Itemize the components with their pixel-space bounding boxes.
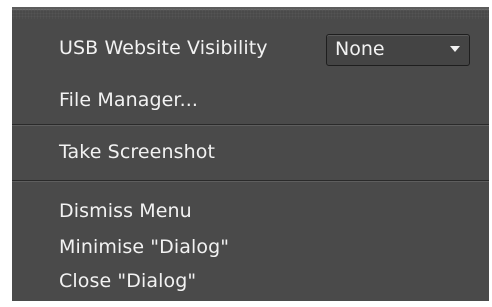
usb-website-visibility-selected-value: None (335, 38, 385, 60)
context-menu: USB Website Visibility None File Manager… (12, 7, 489, 301)
menu-separator (12, 124, 489, 126)
menu-item-minimise-dialog[interactable]: Minimise "Dialog" (59, 234, 229, 260)
chevron-down-icon (450, 46, 460, 52)
screenshot-frame: USB Website Visibility None File Manager… (0, 0, 492, 307)
menu-item-close-dialog[interactable]: Close "Dialog" (59, 268, 196, 294)
usb-website-visibility-label: USB Website Visibility (59, 37, 268, 59)
menu-top-texture (12, 9, 489, 19)
usb-website-visibility-dropdown[interactable]: None (326, 34, 470, 66)
menu-separator (12, 180, 489, 182)
menu-item-file-manager[interactable]: File Manager... (59, 87, 198, 113)
menu-item-dismiss-menu[interactable]: Dismiss Menu (59, 198, 192, 224)
menu-item-take-screenshot[interactable]: Take Screenshot (59, 139, 215, 165)
